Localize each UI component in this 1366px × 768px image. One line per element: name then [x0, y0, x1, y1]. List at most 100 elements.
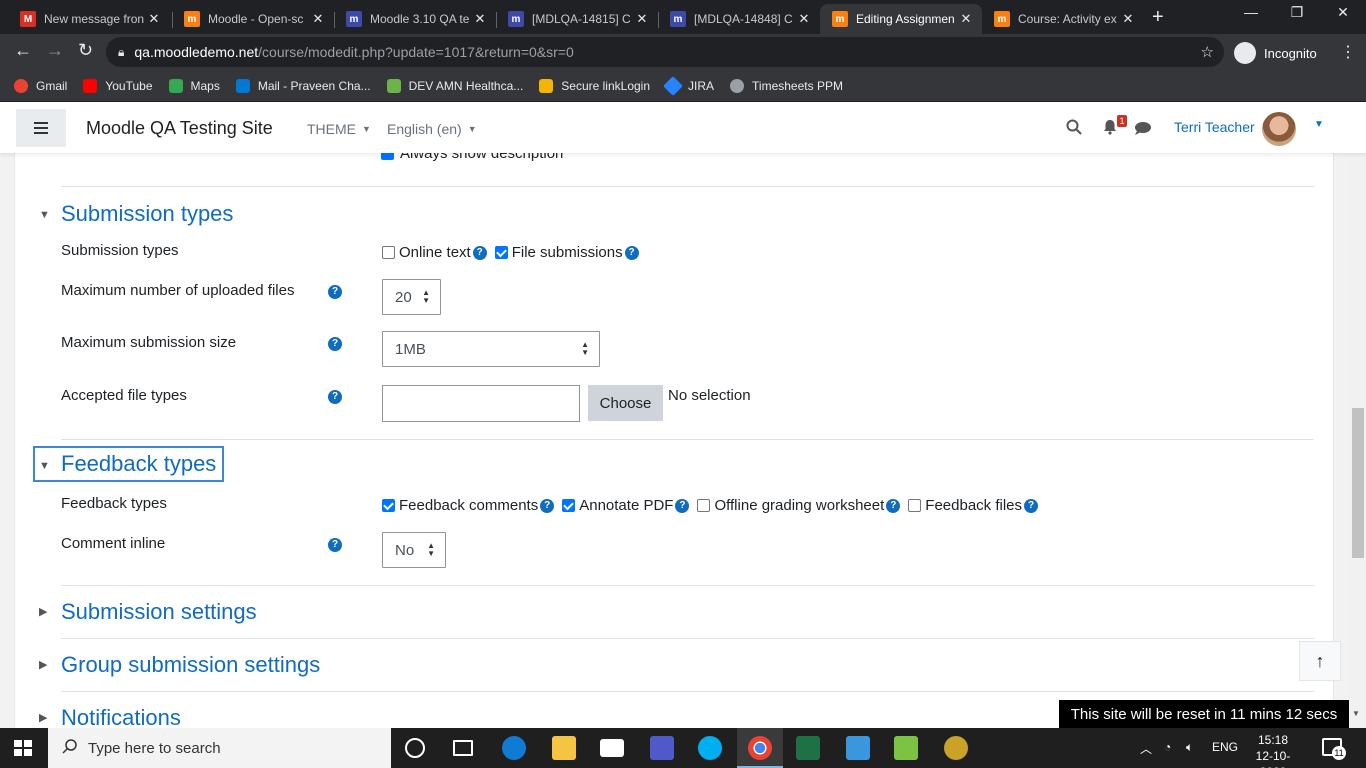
paint-icon[interactable] — [944, 736, 968, 760]
group-submission-settings-heading[interactable]: ▶ Group submission settings — [39, 652, 320, 678]
feedback-types-heading[interactable]: ▼ Feedback types — [32, 446, 225, 482]
back-arrow-icon[interactable]: ← — [14, 40, 32, 61]
user-menu-caret-icon[interactable]: ▼ — [1314, 119, 1324, 130]
checked-checkbox-icon[interactable] — [381, 153, 394, 160]
excel-icon[interactable] — [796, 736, 820, 760]
site-name[interactable]: Moodle QA Testing Site — [86, 118, 273, 139]
help-icon[interactable]: ? — [472, 245, 487, 260]
close-tab-icon[interactable]: ✕ — [1118, 11, 1138, 27]
help-icon[interactable]: ? — [540, 498, 555, 513]
system-clock[interactable]: 15:18 12-10-2020 — [1243, 732, 1303, 768]
browser-tab[interactable]: m Moodle - Open-sc ✕ — [172, 4, 334, 34]
back-to-top-button[interactable]: ↑ — [1299, 641, 1341, 681]
bookmark-youtube[interactable]: YouTube — [83, 78, 153, 93]
wifi-icon[interactable]: ◔ — [1164, 740, 1171, 754]
file-explorer-icon[interactable] — [552, 736, 576, 760]
browser-menu-icon[interactable]: ⋮ — [1340, 42, 1356, 62]
browser-tab[interactable]: m [MDLQA-14848] C ✕ — [658, 4, 820, 34]
comment-inline-select[interactable]: No ▲ ▼ — [382, 532, 446, 568]
avatar[interactable] — [1262, 112, 1296, 146]
help-icon[interactable]: ? — [328, 337, 342, 351]
help-icon[interactable]: ? — [328, 538, 342, 552]
max-size-select[interactable]: 1MB ▲ ▼ — [382, 331, 600, 367]
help-icon[interactable]: ? — [675, 498, 690, 513]
bookmark-gmail[interactable]: Gmail — [14, 78, 67, 93]
help-icon[interactable]: ? — [328, 390, 342, 404]
scrollbar-thumb[interactable] — [1352, 408, 1364, 558]
volume-icon[interactable]: 🔈︎ — [1186, 740, 1193, 755]
forward-arrow-icon[interactable]: → — [46, 40, 64, 61]
bookmark-star-icon[interactable]: ☆ — [1201, 43, 1214, 61]
bookmark-timesheets[interactable]: Timesheets PPM — [730, 78, 843, 93]
submission-types-heading[interactable]: ▼ Submission types — [39, 201, 233, 227]
feedback-files-checkbox[interactable] — [908, 499, 922, 512]
skype-icon[interactable] — [698, 736, 722, 760]
bell-icon[interactable] — [1102, 119, 1118, 140]
reload-icon[interactable]: ↻ — [78, 40, 93, 61]
browser-tab-active[interactable]: m Editing Assignmen ✕ — [820, 4, 982, 34]
close-tab-icon[interactable]: ✕ — [470, 11, 490, 27]
offline-grading-label[interactable]: Offline grading worksheet — [714, 497, 884, 514]
new-tab-button[interactable]: + — [1152, 6, 1164, 29]
edge-icon[interactable] — [502, 736, 526, 760]
teams-icon[interactable] — [650, 736, 674, 760]
task-view-icon[interactable] — [453, 740, 473, 756]
close-tab-icon[interactable]: ✕ — [794, 11, 814, 27]
bookmark-mail[interactable]: Mail - Praveen Cha... — [235, 78, 371, 93]
help-icon[interactable]: ? — [886, 498, 901, 513]
snipping-tool-icon[interactable] — [894, 736, 918, 760]
online-text-label[interactable]: Online text — [399, 244, 471, 261]
cortana-icon[interactable] — [405, 738, 425, 758]
offline-grading-checkbox[interactable] — [697, 499, 711, 512]
feedback-files-label[interactable]: Feedback files — [925, 497, 1022, 514]
feedback-comments-label[interactable]: Feedback comments — [399, 497, 538, 514]
notifications-heading[interactable]: ▶ Notifications — [39, 705, 181, 728]
browser-tab[interactable]: m Moodle 3.10 QA te ✕ — [334, 4, 496, 34]
close-tab-icon[interactable]: ✕ — [632, 11, 652, 27]
bookmark-jira[interactable]: JIRA — [663, 75, 714, 96]
browser-tab[interactable]: m [MDLQA-14815] C ✕ — [496, 4, 658, 34]
restore-icon[interactable]: ❐ — [1274, 4, 1320, 21]
feedback-comments-checkbox[interactable] — [382, 499, 395, 512]
annotate-pdf-label[interactable]: Annotate PDF — [579, 497, 673, 514]
scroll-down-arrow-icon[interactable]: ▼ — [1352, 709, 1360, 718]
search-icon[interactable] — [1066, 119, 1082, 140]
language-dropdown[interactable]: English (en) ▼ — [387, 121, 477, 137]
mail-icon[interactable] — [600, 739, 624, 757]
max-files-select[interactable]: 20 ▲ ▼ — [382, 279, 441, 315]
show-hidden-icons-icon[interactable]: ︿ — [1140, 740, 1152, 757]
hamburger-menu-button[interactable] — [16, 109, 66, 147]
close-tab-icon[interactable]: ✕ — [308, 11, 328, 27]
browser-tab[interactable]: M New message fron ✕ — [8, 4, 170, 34]
app-icon[interactable] — [846, 736, 870, 760]
help-icon[interactable]: ? — [624, 245, 639, 260]
choose-button[interactable]: Choose — [588, 385, 663, 421]
action-center-icon[interactable]: 11 — [1322, 738, 1346, 760]
browser-tab[interactable]: m Course: Activity ex ✕ — [982, 4, 1144, 34]
file-submissions-checkbox[interactable] — [494, 246, 508, 259]
windows-start-icon[interactable] — [14, 740, 32, 756]
help-icon[interactable]: ? — [328, 285, 342, 299]
accepted-file-types-input[interactable] — [382, 385, 580, 422]
messages-icon[interactable] — [1134, 121, 1152, 141]
user-name[interactable]: Terri Teacher — [1174, 119, 1255, 135]
theme-dropdown[interactable]: THEME ▼ — [307, 121, 371, 137]
close-tab-icon[interactable]: ✕ — [144, 11, 164, 27]
taskbar-search-box[interactable]: Type here to search — [48, 728, 391, 768]
online-text-checkbox[interactable] — [382, 246, 395, 259]
always-show-description-row[interactable]: Always show description — [381, 153, 563, 162]
file-submissions-label[interactable]: File submissions — [512, 244, 623, 261]
bookmark-dev-amn[interactable]: DEV AMN Healthca... — [386, 78, 523, 93]
minimize-icon[interactable]: — — [1228, 4, 1274, 20]
address-bar[interactable]: 🔒︎ qa.moodledemo.net/course/modedit.php?… — [106, 37, 1224, 67]
close-tab-icon[interactable]: ✕ — [956, 11, 976, 27]
bookmark-maps[interactable]: Maps — [168, 78, 220, 93]
language-indicator[interactable]: ENG — [1212, 740, 1238, 754]
help-icon[interactable]: ? — [1024, 498, 1038, 513]
bookmark-secure-link[interactable]: Secure linkLogin — [539, 78, 650, 93]
submission-settings-heading[interactable]: ▶ Submission settings — [39, 599, 257, 625]
incognito-indicator[interactable]: Incognito — [1234, 42, 1317, 64]
annotate-pdf-checkbox[interactable] — [562, 499, 576, 512]
chrome-icon[interactable] — [748, 736, 772, 760]
window-close-icon[interactable]: ✕ — [1320, 4, 1366, 21]
